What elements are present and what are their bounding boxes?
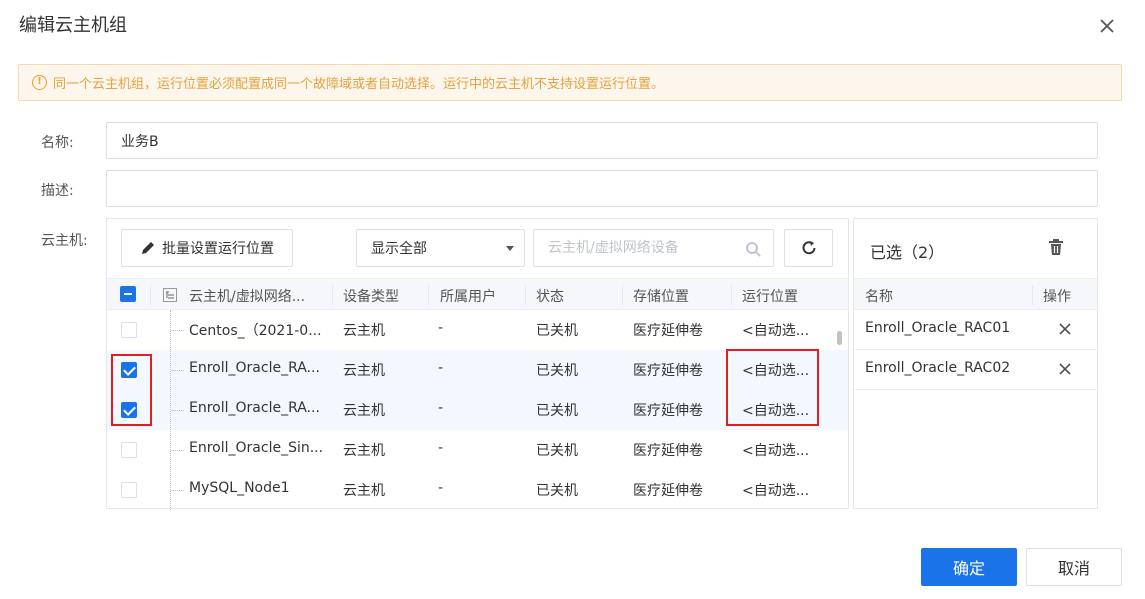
vm-type: 云主机 <box>343 323 385 339</box>
vm-status: 已关机 <box>536 483 578 499</box>
tree-expand-icon[interactable] <box>163 288 177 302</box>
vm-label: 云主机: <box>41 233 88 249</box>
vm-type: 云主机 <box>343 483 385 499</box>
batch-set-location-button[interactable]: 批量设置运行位置 <box>121 229 293 267</box>
search-box <box>533 229 774 267</box>
table-row[interactable]: Enroll_Oracle_Sin... 云主机 - 已关机 医疗延伸卷 <自动… <box>107 430 848 470</box>
vm-owner: - <box>438 440 444 456</box>
selected-list-item: Enroll_Oracle_RAC02 <box>854 350 1097 390</box>
row-checkbox[interactable] <box>121 402 137 418</box>
confirm-button[interactable]: 确定 <box>921 548 1017 586</box>
select-all-checkbox[interactable] <box>120 286 136 302</box>
vm-status: 已关机 <box>536 403 578 419</box>
description-label: 描述: <box>41 183 74 199</box>
vm-name: Enroll_Oracle_RA... <box>189 360 320 376</box>
vm-status: 已关机 <box>536 323 578 339</box>
vm-storage: 医疗延伸卷 <box>633 483 703 499</box>
tree-branch <box>172 410 184 411</box>
vm-name: Centos_（2021-0... <box>189 323 322 339</box>
vm-owner: - <box>438 400 444 416</box>
col-header-location: 运行位置 <box>742 289 798 305</box>
selected-table-header: 名称 操作 <box>854 278 1097 310</box>
table-row[interactable]: Enroll_Oracle_RA... 云主机 - 已关机 医疗延伸卷 <自动选… <box>107 390 848 430</box>
refresh-icon <box>802 241 815 255</box>
selected-col-action: 操作 <box>1043 289 1071 305</box>
vm-owner: - <box>438 320 444 336</box>
selected-item-name: Enroll_Oracle_RAC02 <box>865 360 1011 376</box>
warning-banner: ! 同一个云主机组，运行位置必须配置成同一个故障域或者自动选择。运行中的云主机不… <box>18 64 1122 101</box>
cancel-button[interactable]: 取消 <box>1026 548 1122 586</box>
selected-item-name: Enroll_Oracle_RAC01 <box>865 320 1011 336</box>
vm-location[interactable]: <自动选... <box>742 480 812 500</box>
vm-storage: 医疗延伸卷 <box>633 363 703 379</box>
search-icon[interactable] <box>745 241 761 257</box>
vm-name: Enroll_Oracle_RA... <box>189 400 320 416</box>
table-row[interactable]: Enroll_Oracle_RA... 云主机 - 已关机 医疗延伸卷 <自动选… <box>107 350 848 390</box>
vm-status: 已关机 <box>536 443 578 459</box>
name-input[interactable] <box>106 122 1098 159</box>
vm-location[interactable]: <自动选... <box>742 440 812 460</box>
info-icon: ! <box>32 75 47 90</box>
edit-icon <box>142 242 154 254</box>
row-checkbox[interactable] <box>121 482 137 498</box>
filter-select-value: 显示全部 <box>371 241 427 257</box>
vm-location[interactable]: <自动选... <box>742 360 812 380</box>
vm-storage: 医疗延伸卷 <box>633 443 703 459</box>
vm-location[interactable]: <自动选... <box>742 400 812 420</box>
vm-type: 云主机 <box>343 443 385 459</box>
row-checkbox[interactable] <box>121 322 137 338</box>
selected-title: 已选（2） <box>870 243 945 262</box>
vm-type: 云主机 <box>343 363 385 379</box>
vm-owner: - <box>438 360 444 376</box>
vm-name: MySQL_Node1 <box>189 480 290 496</box>
vm-name: Enroll_Oracle_Sin... <box>189 440 324 456</box>
vm-status: 已关机 <box>536 363 578 379</box>
tree-branch <box>172 330 184 331</box>
vm-panel: 批量设置运行位置 显示全部 云主机/虚拟网络... 设备类型 所属用户 状态 <box>106 218 849 510</box>
batch-set-location-label: 批量设置运行位置 <box>162 241 274 257</box>
table-header: 云主机/虚拟网络... 设备类型 所属用户 状态 存储位置 运行位置 <box>107 278 848 310</box>
selected-list-item: Enroll_Oracle_RAC01 <box>854 310 1097 350</box>
dialog-title: 编辑云主机组 <box>19 15 127 36</box>
col-header-storage: 存储位置 <box>633 289 689 305</box>
table-row[interactable]: MySQL_Node1 云主机 - 已关机 医疗延伸卷 <自动选... <box>107 470 848 510</box>
name-label: 名称: <box>41 135 74 151</box>
search-input[interactable] <box>534 230 734 266</box>
vm-type: 云主机 <box>343 403 385 419</box>
col-header-owner: 所属用户 <box>440 289 496 305</box>
tree-guide-line <box>170 310 171 510</box>
vm-storage: 医疗延伸卷 <box>633 403 703 419</box>
vm-storage: 医疗延伸卷 <box>633 323 703 339</box>
vm-location[interactable]: <自动选... <box>742 320 812 340</box>
chevron-down-icon <box>506 246 514 251</box>
close-icon[interactable] <box>1096 15 1118 37</box>
vm-owner: - <box>438 480 444 496</box>
tree-branch <box>172 450 184 451</box>
warning-text: 同一个云主机组，运行位置必须配置成同一个故障域或者自动选择。运行中的云主机不支持… <box>53 77 665 92</box>
row-checkbox[interactable] <box>121 362 137 378</box>
col-header-status: 状态 <box>536 289 564 305</box>
col-header-name: 云主机/虚拟网络... <box>189 289 306 305</box>
filter-select[interactable]: 显示全部 <box>356 229 525 267</box>
selected-col-name: 名称 <box>865 289 893 305</box>
scrollbar-thumb[interactable] <box>837 331 842 345</box>
remove-icon[interactable] <box>1058 322 1072 336</box>
row-checkbox[interactable] <box>121 442 137 458</box>
table-row[interactable]: Centos_（2021-0... 云主机 - 已关机 医疗延伸卷 <自动选..… <box>107 310 848 350</box>
col-header-type: 设备类型 <box>343 289 399 305</box>
selected-panel: 已选（2） 名称 操作 Enroll_Oracle_RAC01 Enroll_O… <box>853 218 1098 509</box>
trash-icon[interactable] <box>1048 239 1064 256</box>
refresh-button[interactable] <box>784 229 833 267</box>
tree-branch <box>172 370 184 371</box>
tree-branch <box>172 490 184 491</box>
remove-icon[interactable] <box>1058 362 1072 376</box>
description-input[interactable] <box>106 170 1098 207</box>
